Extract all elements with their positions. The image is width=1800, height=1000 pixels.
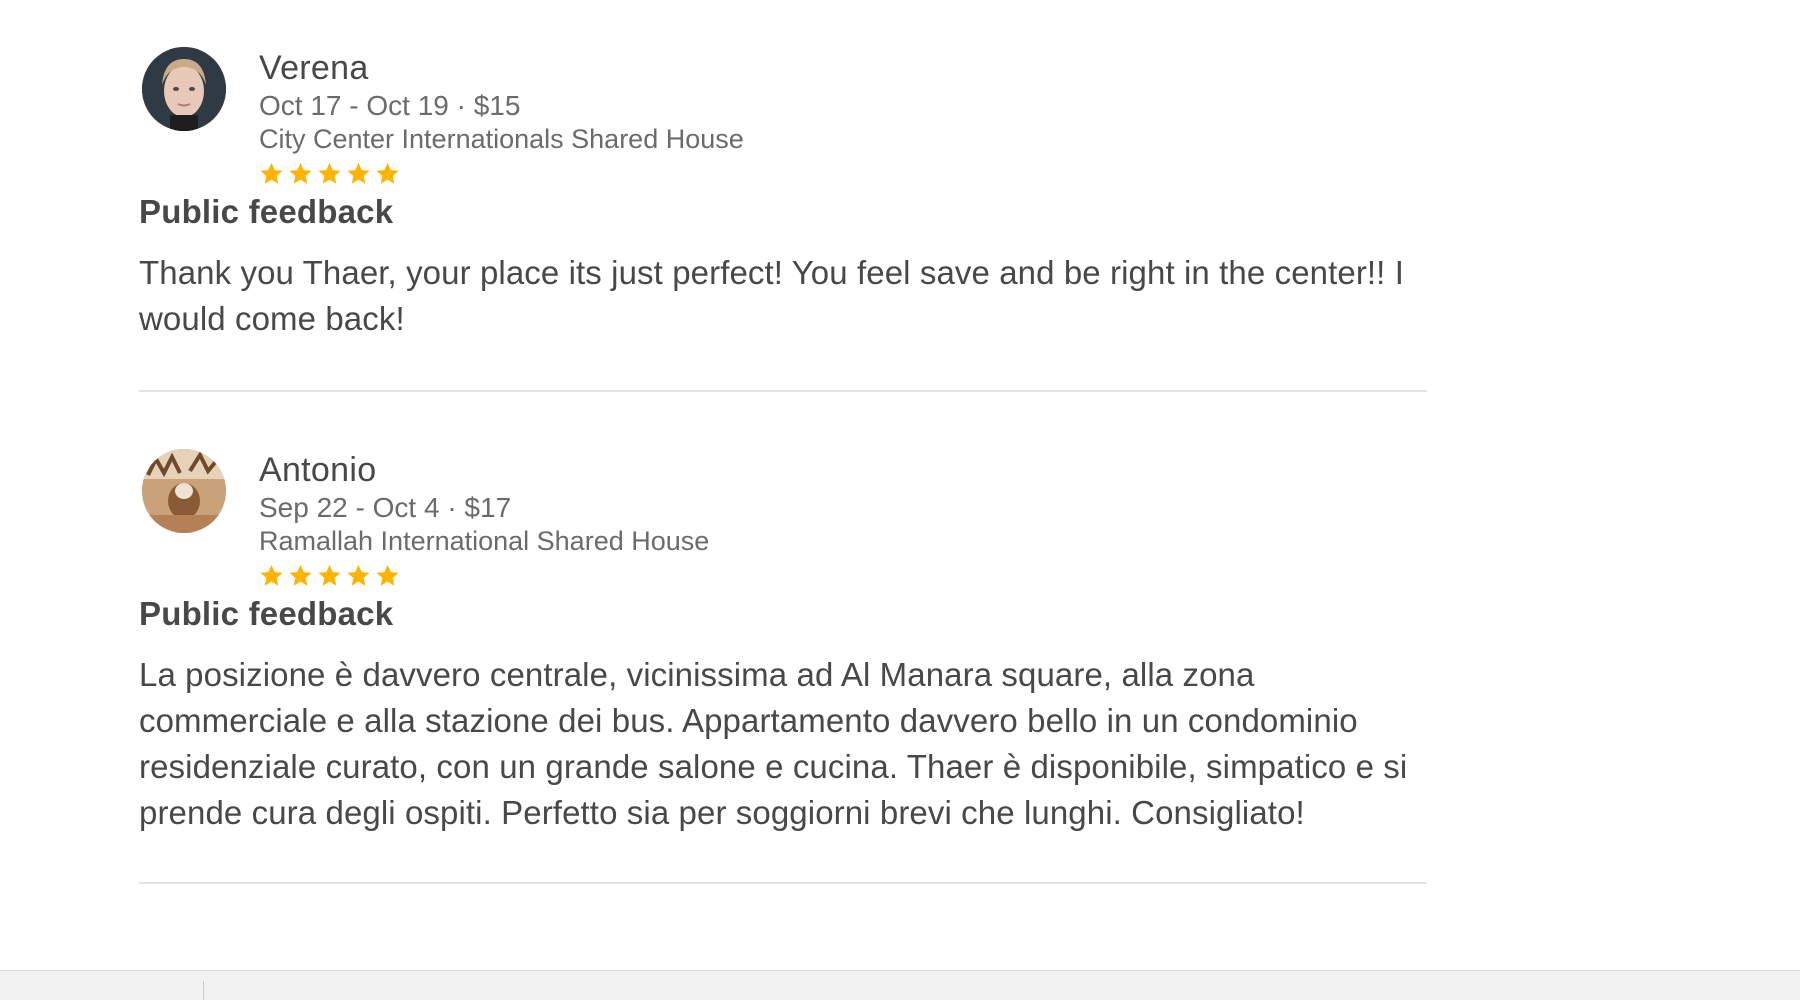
star-rating	[259, 561, 709, 589]
star-icon	[289, 564, 312, 586]
star-rating	[259, 159, 744, 187]
reviewer-name[interactable]: Antonio	[259, 450, 709, 490]
feedback-heading: Public feedback	[139, 595, 394, 632]
page: Verena Oct 17 - Oct 19 · $15 City Center…	[0, 0, 1800, 1000]
star-icon	[376, 564, 399, 586]
bottom-bar	[0, 970, 1800, 1000]
star-icon	[260, 162, 283, 184]
reviewer-photo-antonio	[142, 449, 226, 533]
reviewer-name[interactable]: Verena	[259, 48, 744, 88]
star-icon	[347, 162, 370, 184]
stay-dates-price: Sep 22 - Oct 4 · $17	[259, 492, 512, 523]
review-meta: Verena Oct 17 - Oct 19 · $15 City Center…	[259, 48, 744, 187]
star-icon	[260, 564, 283, 586]
reviewer-photo-verena	[142, 47, 226, 131]
avatar[interactable]	[142, 449, 226, 533]
listing-name[interactable]: Ramallah International Shared House	[259, 525, 709, 558]
review-header: Verena Oct 17 - Oct 19 · $15 City Center…	[139, 40, 1427, 184]
star-icon	[289, 162, 312, 184]
star-icon	[318, 162, 341, 184]
star-icon	[347, 564, 370, 586]
review-item: Verena Oct 17 - Oct 19 · $15 City Center…	[139, 40, 1427, 392]
review-header: Antonio Sep 22 - Oct 4 · $17 Ramallah In…	[139, 442, 1427, 586]
feedback-text: Thank you Thaer, your place its just per…	[139, 254, 1404, 337]
stay-dates-price: Oct 17 - Oct 19 · $15	[259, 90, 521, 121]
feedback-text: La posizione è davvero centrale, vicinis…	[139, 656, 1408, 831]
star-icon	[318, 564, 341, 586]
review-item: Antonio Sep 22 - Oct 4 · $17 Ramallah In…	[139, 392, 1427, 884]
star-icon	[376, 162, 399, 184]
listing-name[interactable]: City Center Internationals Shared House	[259, 123, 744, 156]
bottom-bar-divider	[203, 981, 204, 1000]
review-meta: Antonio Sep 22 - Oct 4 · $17 Ramallah In…	[259, 450, 709, 589]
reviews-list: Verena Oct 17 - Oct 19 · $15 City Center…	[139, 40, 1427, 884]
feedback-heading: Public feedback	[139, 193, 394, 230]
avatar[interactable]	[142, 47, 226, 131]
